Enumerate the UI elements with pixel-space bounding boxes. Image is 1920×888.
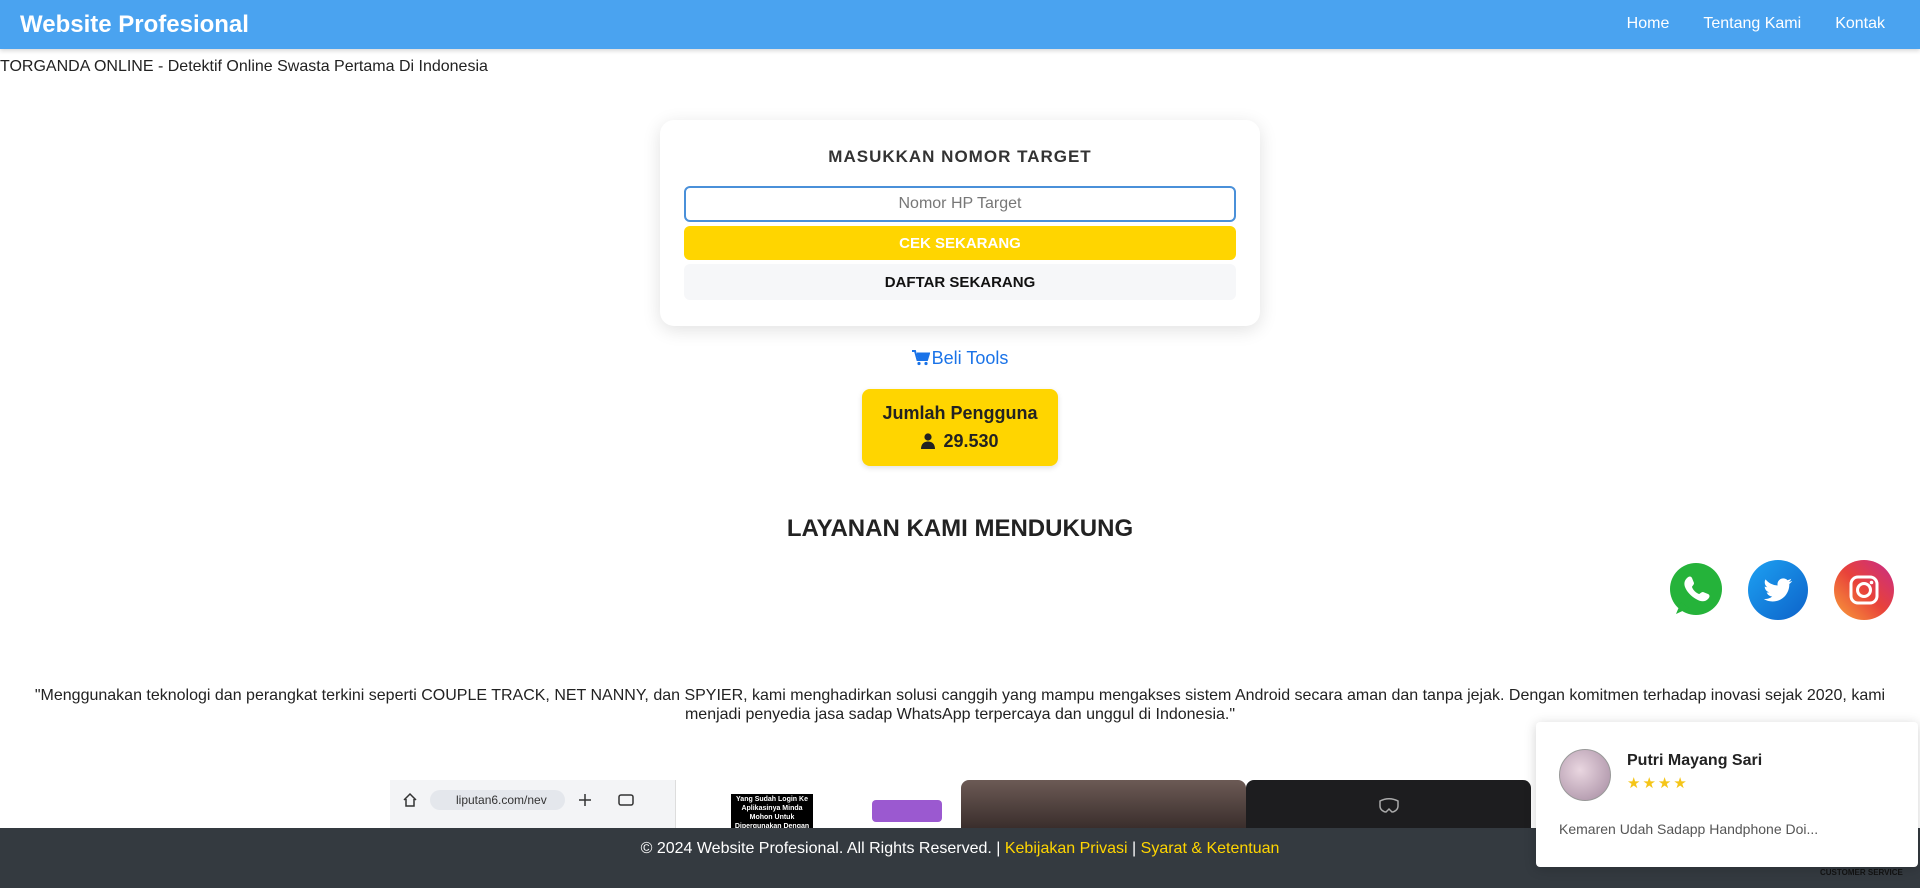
gallery-image[interactable] xyxy=(961,780,1246,828)
target-phone-input[interactable] xyxy=(684,186,1236,222)
user-count-box: Jumlah Pengguna 29.530 xyxy=(862,389,1058,466)
twitter-button[interactable] xyxy=(1748,560,1808,620)
user-count-label: Jumlah Pengguna xyxy=(882,403,1038,423)
home-icon xyxy=(403,792,417,807)
tabs-icon xyxy=(618,794,634,806)
footer-copyright: © 2024 Website Profesional. All Rights R… xyxy=(640,840,1001,857)
register-now-button[interactable]: DAFTAR SEKARANG xyxy=(684,264,1236,300)
testimonial-gallery: liputan6.com/nev Yang Sudah Login Ke Apl… xyxy=(390,780,1531,828)
user-icon xyxy=(921,433,936,449)
reviewer-name: Putri Mayang Sari xyxy=(1627,752,1763,769)
service-description: "Menggunakan teknologi dan perangkat ter… xyxy=(34,687,1886,723)
footer-separator: | xyxy=(1132,840,1137,857)
mask-icon xyxy=(1379,798,1399,813)
check-now-button[interactable]: CEK SEKARANG xyxy=(684,226,1236,260)
plus-icon xyxy=(579,794,591,806)
whatsapp-button[interactable] xyxy=(1666,560,1726,620)
section-title: LAYANAN KAMI MENDUKUNG xyxy=(786,515,1134,542)
instagram-icon xyxy=(1849,575,1879,605)
target-form-card: MASUKKAN NOMOR TARGET CEK SEKARANG DAFTA… xyxy=(660,120,1260,326)
tagline: TORGANDA ONLINE - Detektif Online Swasta… xyxy=(0,58,488,75)
gallery-image[interactable] xyxy=(1246,780,1531,828)
instagram-button[interactable] xyxy=(1834,560,1894,620)
brand-logo-text[interactable]: Website Profesional xyxy=(20,11,249,39)
user-count-value: 29.530 xyxy=(943,431,999,451)
nav-link-home[interactable]: Home xyxy=(1627,15,1670,33)
cart-icon xyxy=(911,350,930,366)
chat-bubble xyxy=(872,800,942,822)
buy-tools-link[interactable]: Beli Tools xyxy=(860,348,1060,369)
nav-links: Home Tentang Kami Kontak xyxy=(1627,15,1885,33)
form-title: MASUKKAN NOMOR TARGET xyxy=(828,147,1092,166)
gallery-image[interactable]: liputan6.com/nev xyxy=(390,780,675,828)
terms-link[interactable]: Syarat & Ketentuan xyxy=(1141,840,1280,857)
rating-stars: ★★★★ xyxy=(1627,775,1689,792)
buy-tools-label: Beli Tools xyxy=(931,348,1009,368)
gallery-caption: Yang Sudah Login Ke Aplikasinya Minda Mo… xyxy=(731,794,813,828)
customer-service-label[interactable]: CUSTOMER SERVICE xyxy=(1820,868,1903,877)
review-text: Kemaren Udah Sadapp Handphone Doi... xyxy=(1559,821,1819,837)
nav-link-kontak[interactable]: Kontak xyxy=(1835,15,1885,33)
navbar: Website Profesional Home Tentang Kami Ko… xyxy=(0,0,1920,49)
avatar xyxy=(1559,749,1611,801)
review-popup[interactable]: Putri Mayang Sari ★★★★ Kemaren Udah Sada… xyxy=(1536,722,1918,867)
privacy-policy-link[interactable]: Kebijakan Privasi xyxy=(1005,840,1128,857)
user-count-value-row: 29.530 xyxy=(862,431,1058,452)
gallery-url-text: liputan6.com/nev xyxy=(430,790,565,810)
twitter-icon xyxy=(1763,578,1793,602)
gallery-image[interactable]: Yang Sudah Login Ke Aplikasinya Minda Mo… xyxy=(675,780,961,828)
nav-link-tentang-kami[interactable]: Tentang Kami xyxy=(1703,15,1801,33)
whatsapp-icon xyxy=(1670,563,1722,615)
